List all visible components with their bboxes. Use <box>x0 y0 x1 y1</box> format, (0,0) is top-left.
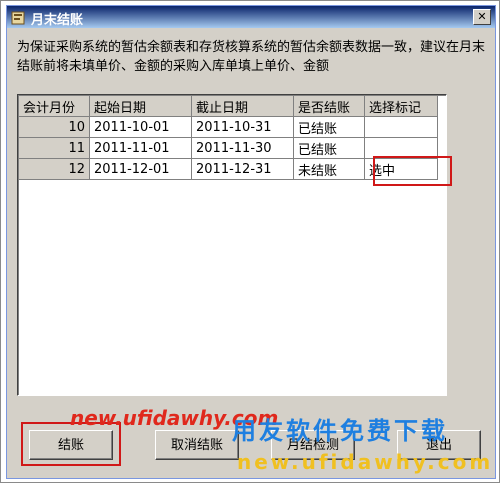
close-period-button[interactable]: 结账 <box>29 430 113 460</box>
cell-start-date[interactable]: 2011-12-01 <box>89 158 192 180</box>
period-grid[interactable]: 会计月份 起始日期 截止日期 是否结账 选择标记 10 2011-10-01 2… <box>17 94 452 396</box>
title-bar[interactable]: 月末结账 ✕ <box>7 6 495 28</box>
cell-period[interactable]: 10 <box>18 116 90 138</box>
watermark-slogan: 用友软件免费下载 <box>232 417 448 445</box>
cell-period[interactable]: 11 <box>18 137 90 159</box>
cell-period[interactable]: 12 <box>18 158 90 180</box>
cell-select-mark[interactable] <box>364 116 438 138</box>
cell-end-date[interactable]: 2011-12-31 <box>191 158 294 180</box>
header-period[interactable]: 会计月份 <box>18 95 90 117</box>
header-end-date[interactable]: 截止日期 <box>191 95 294 117</box>
description-text: 为保证采购系统的暂估余额表和存货核算系统的暂估余额表数据一致，建议在月末结账前将… <box>17 40 486 74</box>
window-title: 月末结账 <box>31 13 84 28</box>
selected-highlight-box <box>373 156 452 186</box>
cancel-close-button[interactable]: 取消结账 <box>155 430 239 460</box>
month-end-closing-dialog: 月末结账 ✕ 为保证采购系统的暂估余额表和存货核算系统的暂估余额表数据一致，建议… <box>6 5 496 479</box>
cell-status[interactable]: 已结账 <box>293 116 365 138</box>
app-icon <box>11 10 25 25</box>
header-select-mark[interactable]: 选择标记 <box>364 95 438 117</box>
cell-end-date[interactable]: 2011-11-30 <box>191 137 294 159</box>
cell-start-date[interactable]: 2011-10-01 <box>89 116 192 138</box>
close-button[interactable]: ✕ <box>473 9 491 25</box>
cell-end-date[interactable]: 2011-10-31 <box>191 116 294 138</box>
screenshot-frame: 月末结账 ✕ 为保证采购系统的暂估余额表和存货核算系统的暂估余额表数据一致，建议… <box>0 0 500 483</box>
cell-status[interactable]: 已结账 <box>293 137 365 159</box>
table-row[interactable]: 10 2011-10-01 2011-10-31 已结账 <box>18 116 438 138</box>
header-start-date[interactable]: 起始日期 <box>89 95 192 117</box>
header-closed-status[interactable]: 是否结账 <box>293 95 365 117</box>
cell-status[interactable]: 未结账 <box>293 158 365 180</box>
watermark-url-bottom: new.ufidawhy.com <box>237 450 494 474</box>
cell-start-date[interactable]: 2011-11-01 <box>89 137 192 159</box>
table-header-row: 会计月份 起始日期 截止日期 是否结账 选择标记 <box>18 95 438 117</box>
close-icon: ✕ <box>477 10 487 23</box>
